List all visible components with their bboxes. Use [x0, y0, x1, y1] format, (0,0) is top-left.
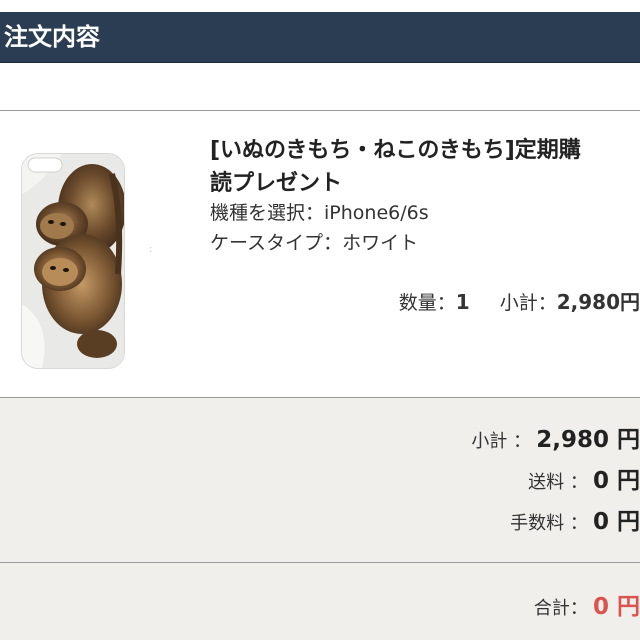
- order-item: : [いぬのきもち・ねこのきもち]定期購 読プレゼント 機種を選択：iPhone…: [0, 112, 640, 397]
- quantity-subtotal-row: 数量：1 小計：2,980円: [399, 287, 640, 317]
- cat-phone-case-image[interactable]: [22, 154, 124, 368]
- subtotal-value: 2,980 円: [536, 427, 640, 453]
- top-strip: [0, 0, 640, 12]
- divider: [0, 110, 640, 111]
- fee-row: 手数料 ： 0 円: [510, 505, 640, 539]
- item-subtotal-label: 小計：: [499, 292, 557, 314]
- option-value: ホワイト: [342, 232, 419, 254]
- product-name-line: [いぬのきもち・ねこのきもち]定期購: [210, 138, 581, 163]
- item-subtotal-value: 2,980円: [556, 290, 640, 314]
- grand-total-row: 合計： 0 円: [534, 590, 640, 624]
- quantity-label: 数量：: [398, 292, 456, 314]
- option-value: iPhone6/6s: [324, 202, 429, 224]
- shipping-row: 送料 ： 0 円: [528, 464, 640, 498]
- product-name[interactable]: [いぬのきもち・ねこのきもち]定期購 読プレゼント: [210, 134, 640, 200]
- fee-value: 0 円: [592, 509, 640, 535]
- option-separator: ：: [323, 232, 343, 254]
- shipping-value: 0 円: [592, 468, 640, 494]
- quantity-value: 1: [455, 290, 470, 314]
- shipping-label: 送料 ：: [528, 472, 588, 493]
- option-label: ケースタイプ: [210, 232, 324, 254]
- divider-dot: :: [149, 244, 153, 255]
- product-name-line: 読プレゼント: [210, 171, 343, 196]
- option-case-type: ケースタイプ：ホワイト: [210, 230, 418, 256]
- subtotal-row: 小計 ： 2,980 円: [471, 423, 640, 457]
- subtotal-label: 小計 ：: [471, 431, 532, 452]
- totals-section: 小計 ： 2,980 円 送料 ： 0 円 手数料 ： 0 円 合計： 0 円: [0, 398, 640, 640]
- grand-total-value: 0 円: [592, 594, 640, 620]
- option-model: 機種を選択：iPhone6/6s: [210, 200, 429, 226]
- header-bar: 注文内容: [0, 12, 640, 63]
- fee-label: 手数料 ：: [510, 513, 588, 534]
- divider: [0, 562, 640, 563]
- page-title: 注文内容: [4, 23, 100, 51]
- option-separator: ：: [305, 202, 325, 224]
- option-label: 機種を選択: [210, 202, 306, 224]
- grand-total-label: 合計：: [533, 598, 588, 619]
